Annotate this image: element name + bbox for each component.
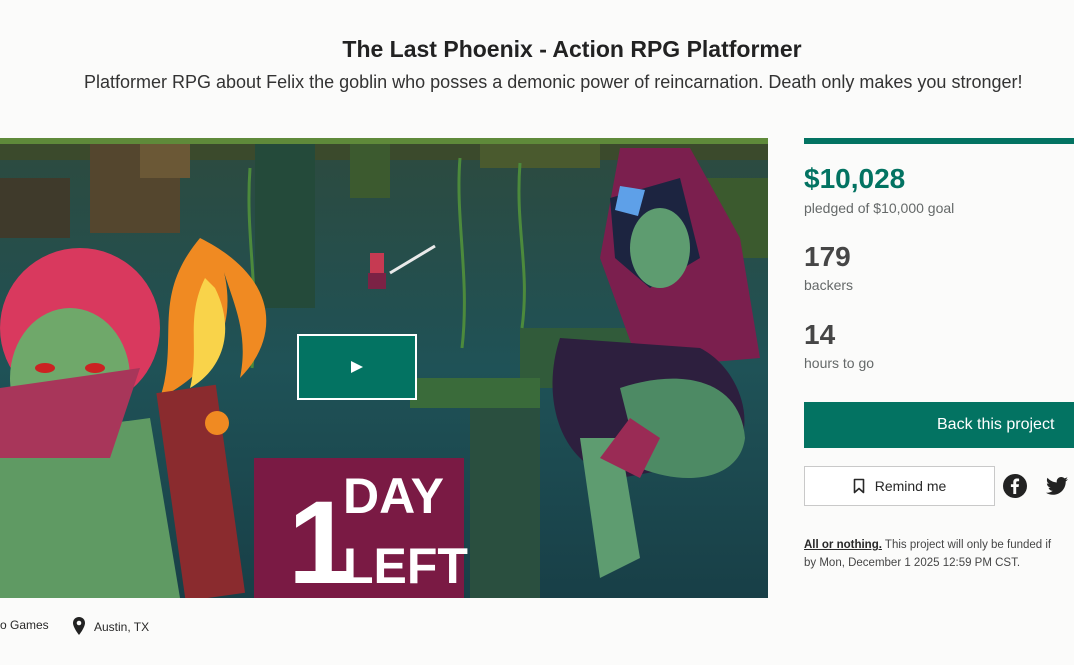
backers-label: backers <box>804 277 854 293</box>
pledged-amount: $10,028 <box>804 163 906 194</box>
twitter-icon[interactable] <box>1045 474 1069 498</box>
deadline-text: by Mon, December 1 2025 12:59 PM CST. <box>804 557 1021 569</box>
time-left-value: 14 <box>804 319 836 350</box>
back-project-button[interactable]: Back this project <box>804 402 1074 448</box>
location-label: Austin, TX <box>94 620 150 634</box>
remind-me-button[interactable]: Remind me <box>804 466 995 506</box>
funding-progress-bar <box>804 138 1074 144</box>
video-player[interactable]: 1 DAY LEFT <box>0 138 768 598</box>
bookmark-icon <box>853 478 865 494</box>
pledged-goal-label: pledged of $10,000 goal <box>804 200 955 216</box>
creator-link[interactable]: o Games <box>0 618 49 632</box>
project-subtitle: Platformer RPG about Felix the goblin wh… <box>84 72 1023 92</box>
facebook-icon[interactable] <box>1003 474 1027 498</box>
remind-me-label: Remind me <box>874 478 947 494</box>
location-link[interactable]: Austin, TX <box>72 616 149 636</box>
play-icon <box>351 361 363 373</box>
funding-progress-fill <box>804 138 1074 144</box>
location-pin-icon <box>73 617 85 635</box>
overlay-line2: LEFT <box>343 538 468 594</box>
time-left-label: hours to go <box>804 355 875 371</box>
overlay-line1: DAY <box>343 468 444 524</box>
play-button[interactable] <box>297 334 417 400</box>
backers-count: 179 <box>804 241 851 272</box>
project-title: The Last Phoenix - Action RPG Platformer <box>342 36 802 62</box>
all-or-nothing-link[interactable]: All or nothing. <box>804 539 882 551</box>
funding-terms: All or nothing. This project will only b… <box>804 536 1074 572</box>
funding-terms-text: This project will only be funded if <box>881 539 1052 551</box>
